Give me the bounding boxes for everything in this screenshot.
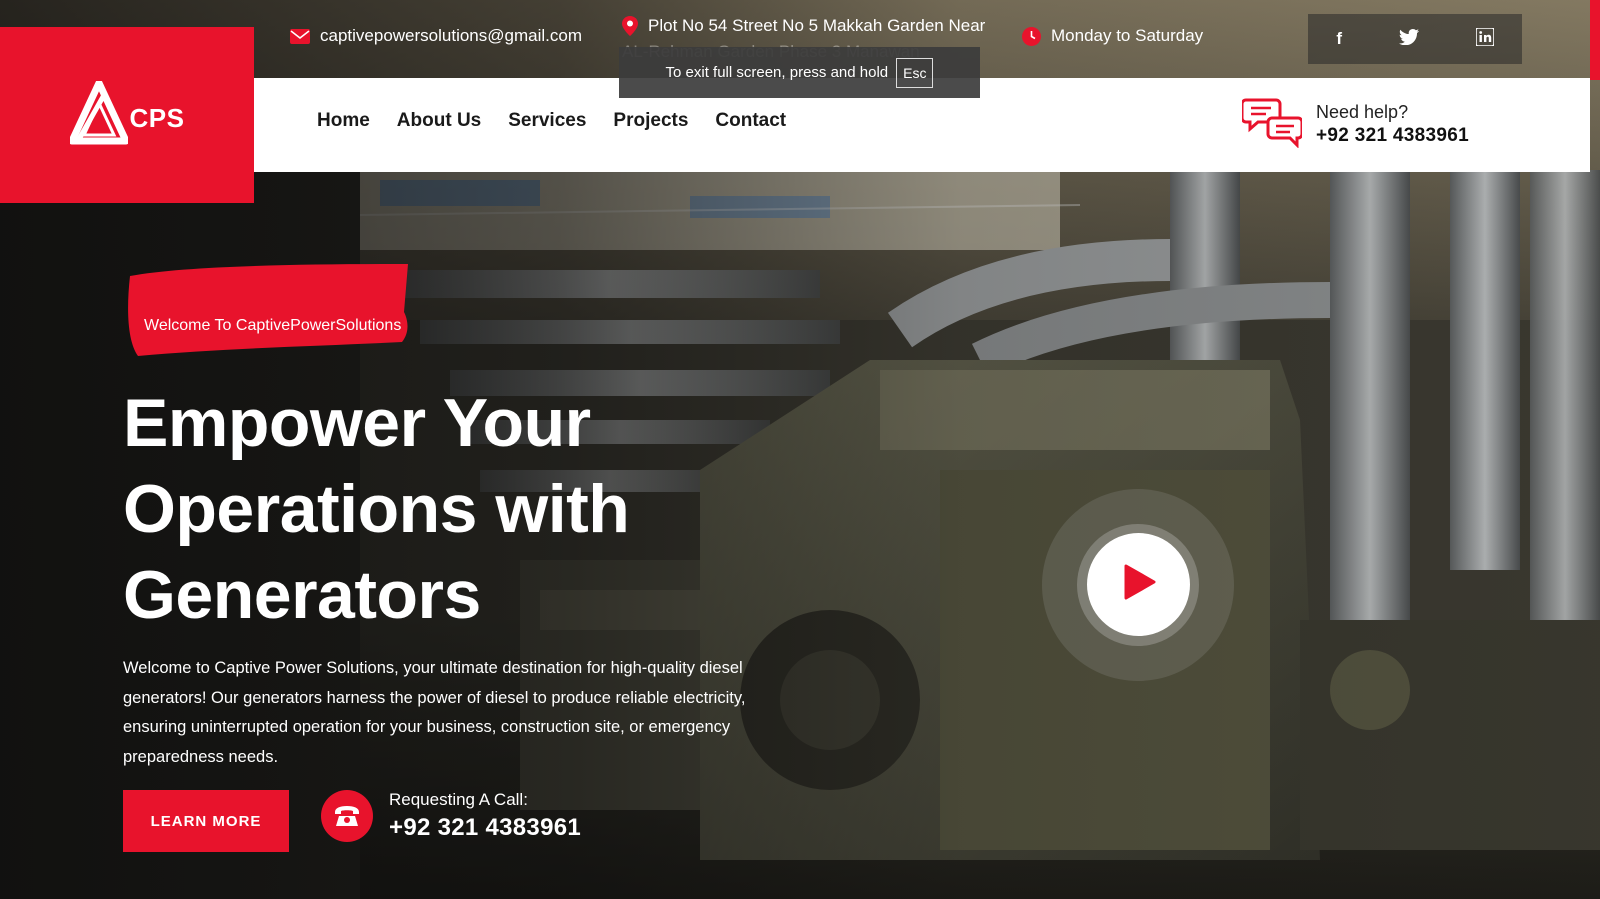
nav-item-projects[interactable]: Projects: [613, 110, 688, 132]
hero-title: Empower Your Operations with Generators: [123, 380, 683, 638]
brush-stroke-shape: [128, 264, 408, 356]
main-nav: Home About Us Services Projects Contact: [317, 110, 786, 132]
envelope-icon: [290, 28, 310, 44]
clock-icon: [1022, 26, 1041, 46]
hero-title-line-3: Generators: [123, 557, 481, 633]
help-contact[interactable]: Need help? +92 321 4383961: [1240, 96, 1469, 153]
right-accent-bar: [1590, 0, 1600, 80]
call-phone[interactable]: +92 321 4383961: [389, 814, 581, 842]
topbar-email[interactable]: captivepowersolutions@gmail.com: [290, 26, 582, 46]
help-phone[interactable]: +92 321 4383961: [1316, 125, 1469, 147]
telephone-icon: [321, 790, 373, 842]
welcome-badge-text: Welcome To CaptivePowerSolutions: [144, 317, 402, 334]
nav-item-services[interactable]: Services: [508, 110, 586, 132]
twitter-icon[interactable]: [1398, 28, 1419, 50]
page: captivepowersolutions@gmail.com Plot No …: [0, 0, 1600, 899]
nav-item-home[interactable]: Home: [317, 110, 370, 132]
address-line-1: Plot No 54 Street No 5 Makkah Garden Nea…: [648, 16, 986, 35]
help-label: Need help?: [1316, 102, 1409, 122]
map-pin-icon: [622, 16, 638, 36]
hero-description: Welcome to Captive Power Solutions, your…: [123, 659, 746, 766]
logo-text: CPS: [129, 102, 185, 133]
play-icon: [1122, 564, 1156, 605]
fullscreen-toast-message: To exit full screen, press and hold: [665, 64, 889, 81]
facebook-icon[interactable]: f: [1336, 29, 1342, 49]
welcome-badge: Welcome To CaptivePowerSolutions: [124, 262, 410, 356]
play-video-button[interactable]: [1087, 533, 1190, 636]
esc-key-hint: Esc: [896, 57, 934, 88]
nav-item-contact[interactable]: Contact: [715, 110, 786, 132]
topbar-email-text: captivepowersolutions@gmail.com: [320, 26, 582, 45]
nav-item-about-us[interactable]: About Us: [397, 110, 481, 132]
social-links: f: [1308, 14, 1522, 64]
fullscreen-exit-toast: To exit full screen, press and hold Esc: [619, 47, 980, 98]
topbar-hours-text: Monday to Saturday: [1051, 26, 1204, 45]
linkedin-icon[interactable]: [1474, 26, 1495, 51]
cps-triangle-logo-icon: [68, 79, 130, 150]
chat-bubbles-icon: [1240, 96, 1304, 153]
topbar-hours: Monday to Saturday: [1022, 26, 1203, 46]
call-label: Requesting A Call:: [389, 790, 528, 809]
learn-more-button[interactable]: LEARN MORE: [123, 790, 289, 852]
request-call[interactable]: Requesting A Call: +92 321 4383961: [321, 790, 581, 842]
hero-title-line-2: Operations with: [123, 471, 630, 547]
hero-title-line-1: Empower Your: [123, 385, 591, 461]
site-logo[interactable]: CPS: [0, 27, 254, 203]
